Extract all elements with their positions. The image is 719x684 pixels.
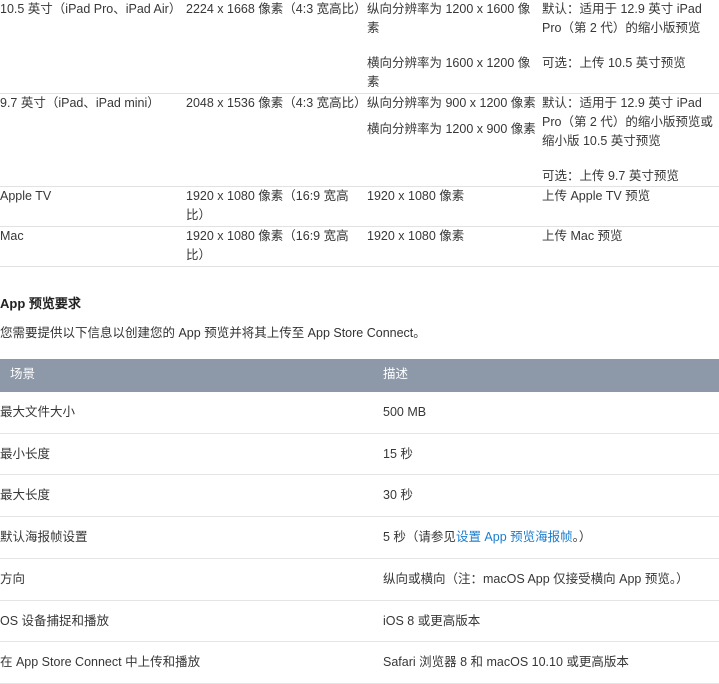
section-paragraph: 您需要提供以下信息以创建您的 App 预览并将其上传至 App Store Co… bbox=[0, 325, 426, 340]
cell-device: 10.5 英寸（iPad Pro、iPad Air） bbox=[0, 0, 186, 94]
table-row: 默认海报帧设置 5 秒（请参见设置 App 预览海报帧。） bbox=[0, 516, 719, 559]
cell-description: 30 秒 bbox=[383, 474, 719, 517]
column-header-description: 描述 bbox=[383, 359, 719, 392]
cell-text: 横向分辨率为 1600 x 1200 像素 bbox=[367, 55, 531, 90]
cell-notes: 默认：适用于 12.9 英寸 iPad Pro（第 2 代）的缩小版预览 可选：… bbox=[542, 0, 719, 94]
table-row: 10.5 英寸（iPad Pro、iPad Air） 2224 x 1668 像… bbox=[0, 0, 719, 94]
cell-description: 500 MB bbox=[383, 391, 719, 434]
desc-text: 5 秒（请参见 bbox=[383, 530, 456, 544]
desc-text: 30 秒 bbox=[383, 488, 413, 503]
desc-text: 纵向或横向（注：macOS App 仅接受横向 App 预览。） bbox=[383, 571, 689, 586]
cell-scene: OS 设备捕捉和播放 bbox=[0, 600, 383, 643]
table-row: 最大文件大小 500 MB bbox=[0, 391, 719, 434]
table-row: Mac 1920 x 1080 像素（16:9 宽高比） 1920 x 1080… bbox=[0, 226, 719, 267]
cell-text: 默认：适用于 12.9 英寸 iPad Pro（第 2 代）的缩小版预览或缩小版… bbox=[542, 95, 713, 149]
cell-resolution: 纵向分辨率为 1200 x 1600 像素 横向分辨率为 1600 x 1200… bbox=[367, 0, 542, 94]
cell-size: 2048 x 1536 像素（4:3 宽高比） bbox=[186, 93, 367, 187]
device-specs-table: 10.5 英寸（iPad Pro、iPad Air） 2224 x 1668 像… bbox=[0, 0, 719, 267]
cell-text: 2224 x 1668 像素（4:3 宽高比） bbox=[186, 2, 367, 16]
cell-device: Apple TV bbox=[0, 186, 186, 227]
section-heading: App 预览要求 bbox=[0, 295, 81, 311]
cell-scene: 最大长度 bbox=[0, 474, 383, 517]
cell-notes: 上传 Apple TV 预览 bbox=[542, 186, 719, 227]
cell-device: 9.7 英寸（iPad、iPad mini） bbox=[0, 93, 186, 187]
cell-notes: 上传 Mac 预览 bbox=[542, 226, 719, 267]
cell-text: 上传 Apple TV 预览 bbox=[542, 189, 651, 203]
table-row: 9.7 英寸（iPad、iPad mini） 2048 x 1536 像素（4:… bbox=[0, 93, 719, 187]
cell-size: 2224 x 1668 像素（4:3 宽高比） bbox=[186, 0, 367, 94]
cell-description: 5 秒（请参见设置 App 预览海报帧。） bbox=[383, 516, 719, 559]
desc-text-suffix: 。） bbox=[572, 530, 592, 544]
cell-scene: 在 App Store Connect 中上传和播放 bbox=[0, 641, 383, 684]
poster-frame-link[interactable]: 设置 App 预览海报帧 bbox=[456, 530, 573, 544]
cell-text: 可选：上传 10.5 英寸预览 bbox=[542, 55, 686, 70]
table-row: 最大长度 30 秒 bbox=[0, 474, 719, 517]
cell-text: Apple TV bbox=[0, 189, 52, 203]
table-header-row: 场景 描述 bbox=[0, 359, 719, 392]
cell-text: 2048 x 1536 像素（4:3 宽高比） bbox=[186, 95, 367, 110]
cell-text: 默认：适用于 12.9 英寸 iPad Pro（第 2 代）的缩小版预览 bbox=[542, 2, 702, 36]
cell-text: 1920 x 1080 像素 bbox=[367, 189, 465, 203]
cell-text: 横向分辨率为 1200 x 900 像素 bbox=[367, 121, 536, 136]
cell-text: 可选：上传 9.7 英寸预览 bbox=[542, 168, 679, 183]
cell-scene: 方向 bbox=[0, 558, 383, 601]
requirements-table-head: 场景 描述 bbox=[0, 359, 719, 392]
table-row: 最小长度 15 秒 bbox=[0, 433, 719, 476]
cell-description: 纵向或横向（注：macOS App 仅接受横向 App 预览。） bbox=[383, 558, 719, 601]
cell-scene: 最小长度 bbox=[0, 433, 383, 476]
cell-text: 1920 x 1080 像素 bbox=[367, 228, 465, 243]
table-row: 方向 纵向或横向（注：macOS App 仅接受横向 App 预览。） bbox=[0, 558, 719, 601]
cell-scene: 最大文件大小 bbox=[0, 391, 383, 434]
cell-size: 1920 x 1080 像素（16:9 宽高比） bbox=[186, 226, 367, 267]
documentation-page: 10.5 英寸（iPad Pro、iPad Air） 2224 x 1668 像… bbox=[0, 0, 719, 684]
desc-text: Safari 浏览器 8 和 macOS 10.10 或更高版本 bbox=[383, 655, 629, 670]
cell-text: 9.7 英寸（iPad、iPad mini） bbox=[0, 95, 160, 110]
cell-description: iOS 8 或更高版本 bbox=[383, 600, 719, 643]
app-preview-requirements-table: 场景 描述 最大文件大小 500 MB 最小长度 15 秒 最大长度 30 秒 … bbox=[0, 359, 719, 684]
cell-notes: 默认：适用于 12.9 英寸 iPad Pro（第 2 代）的缩小版预览或缩小版… bbox=[542, 93, 719, 187]
cell-device: Mac bbox=[0, 226, 186, 267]
cell-size: 1920 x 1080 像素（16:9 宽高比） bbox=[186, 186, 367, 227]
desc-text: 15 秒 bbox=[383, 446, 413, 461]
cell-resolution: 1920 x 1080 像素 bbox=[367, 226, 542, 267]
desc-text: iOS 8 或更高版本 bbox=[383, 613, 481, 628]
device-specs-body: 10.5 英寸（iPad Pro、iPad Air） 2224 x 1668 像… bbox=[0, 0, 719, 267]
cell-scene: 默认海报帧设置 bbox=[0, 516, 383, 559]
cell-text: Mac bbox=[0, 228, 24, 243]
column-header-scene: 场景 bbox=[0, 359, 383, 392]
cell-description: 15 秒 bbox=[383, 433, 719, 476]
cell-text: 1920 x 1080 像素（16:9 宽高比） bbox=[186, 189, 349, 223]
cell-description: Safari 浏览器 8 和 macOS 10.10 或更高版本 bbox=[383, 641, 719, 684]
table-row: Apple TV 1920 x 1080 像素（16:9 宽高比） 1920 x… bbox=[0, 186, 719, 227]
cell-text: 纵向分辨率为 1200 x 1600 像素 bbox=[367, 2, 531, 36]
cell-resolution: 1920 x 1080 像素 bbox=[367, 186, 542, 227]
cell-text: 10.5 英寸（iPad Pro、iPad Air） bbox=[0, 2, 182, 16]
table-row: 在 App Store Connect 中上传和播放 Safari 浏览器 8 … bbox=[0, 641, 719, 684]
cell-text: 上传 Mac 预览 bbox=[542, 228, 623, 243]
requirements-table-body: 最大文件大小 500 MB 最小长度 15 秒 最大长度 30 秒 默认海报帧设… bbox=[0, 391, 719, 684]
cell-text: 纵向分辨率为 900 x 1200 像素 bbox=[367, 95, 536, 110]
table-row: OS 设备捕捉和播放 iOS 8 或更高版本 bbox=[0, 600, 719, 643]
desc-text: 500 MB bbox=[383, 404, 427, 419]
cell-resolution: 纵向分辨率为 900 x 1200 像素 横向分辨率为 1200 x 900 像… bbox=[367, 93, 542, 187]
cell-text: 1920 x 1080 像素（16:9 宽高比） bbox=[186, 228, 349, 263]
